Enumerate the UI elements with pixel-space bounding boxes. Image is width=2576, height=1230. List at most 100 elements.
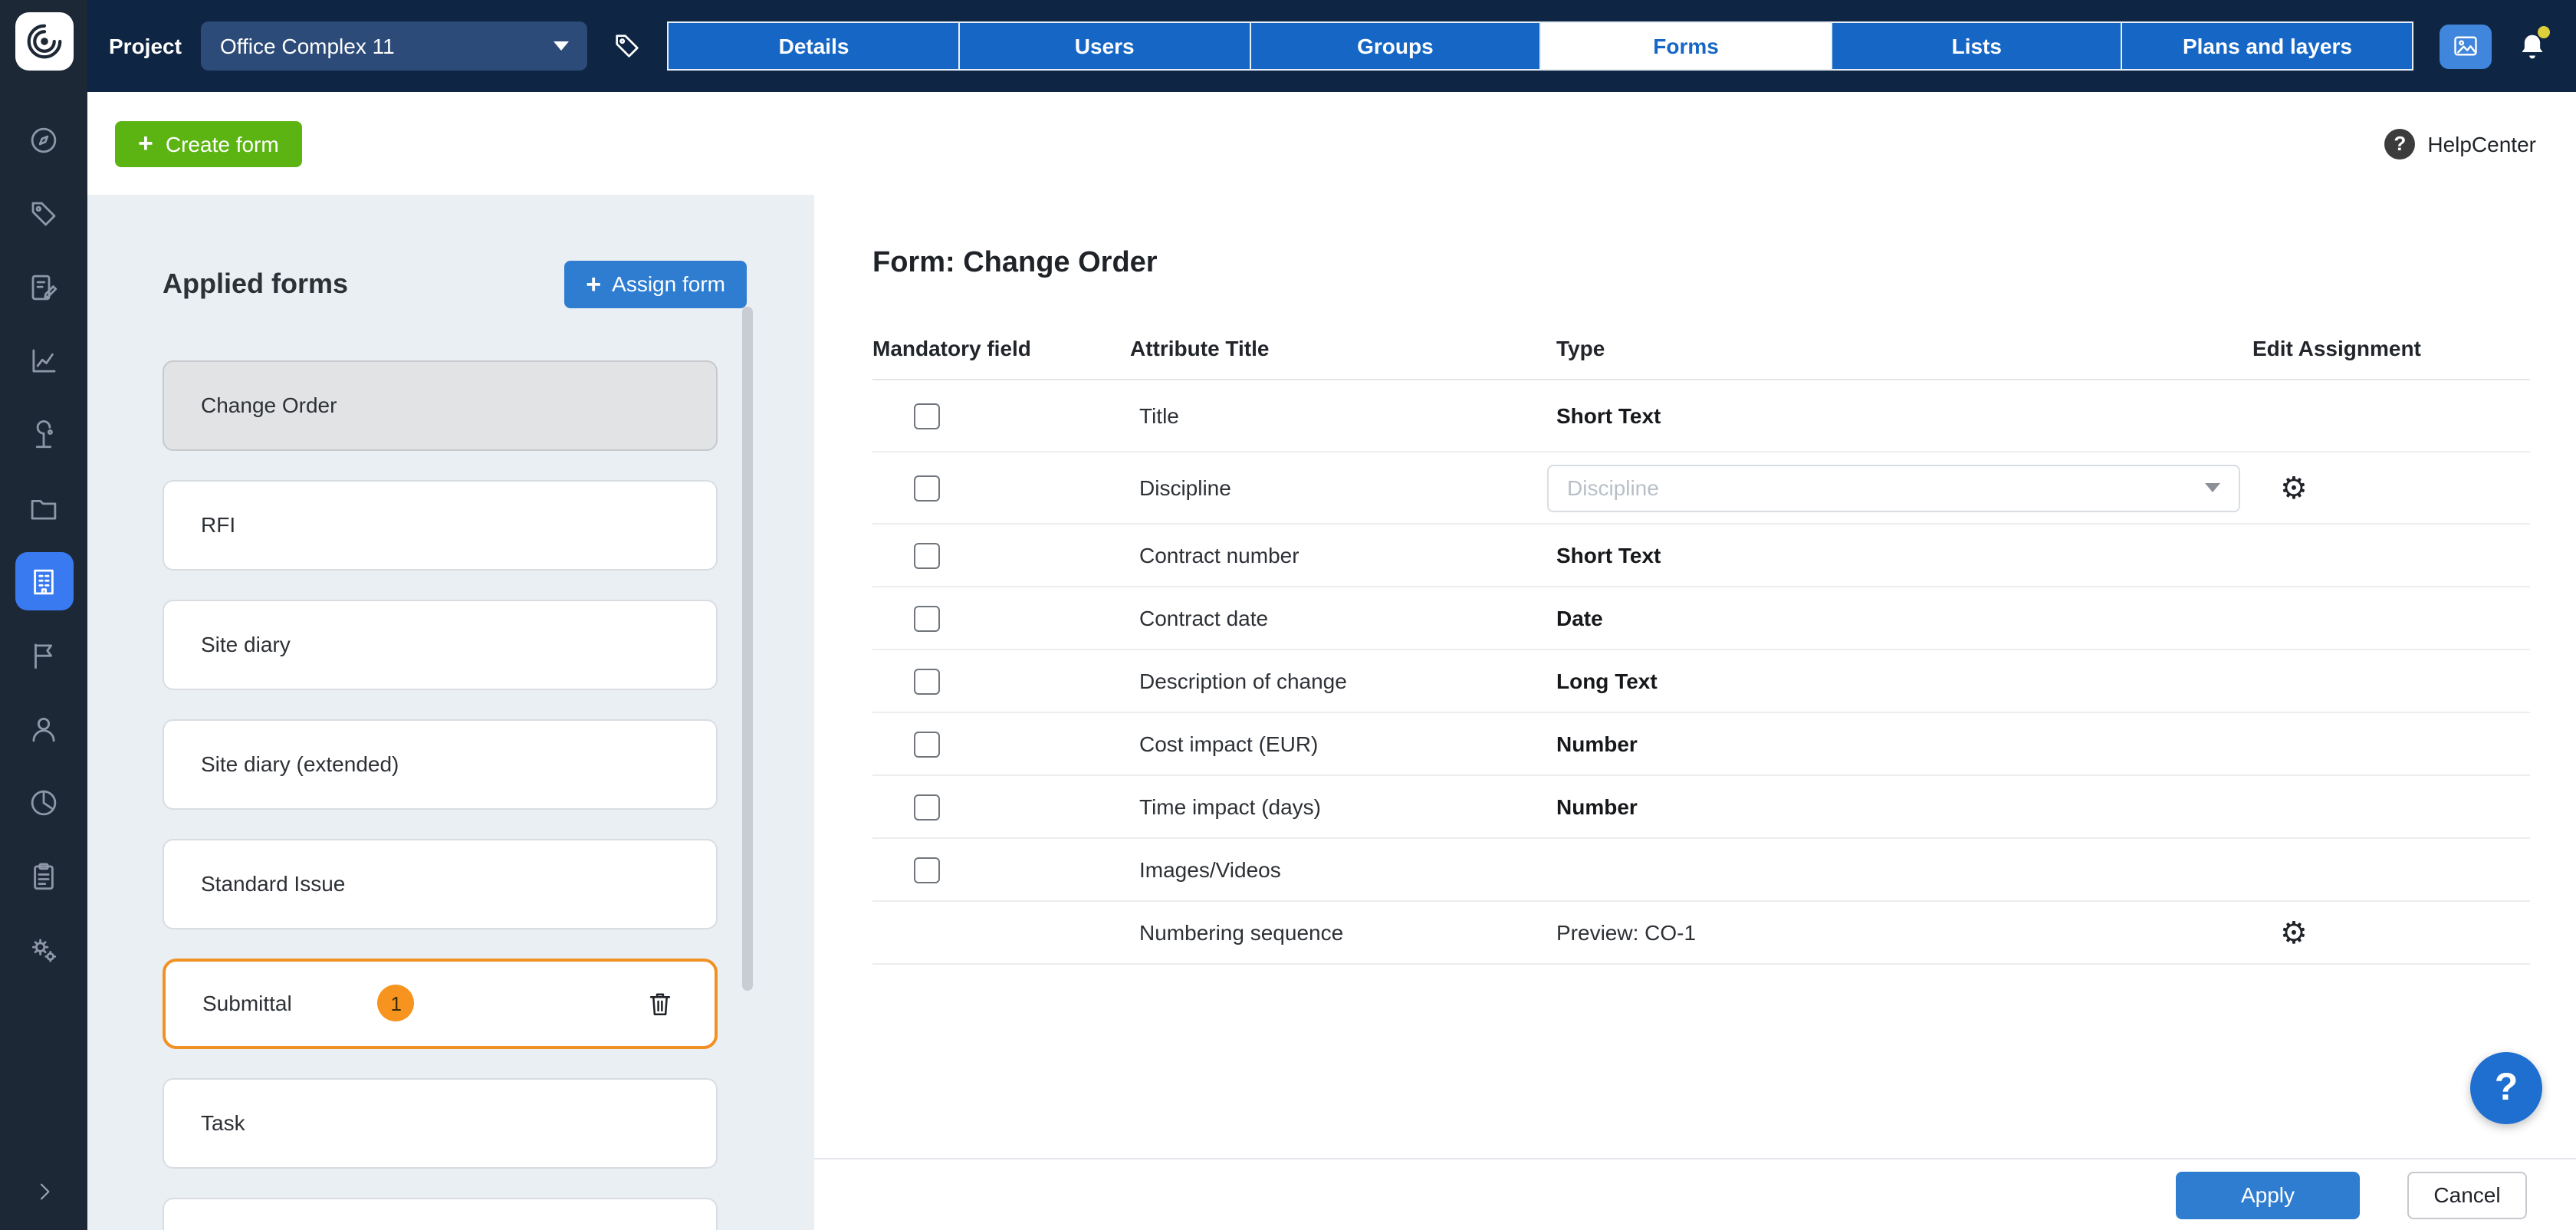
image-icon: [2450, 32, 2481, 60]
column-header-mandatory: Mandatory field: [872, 336, 1130, 360]
sidebar-item-reports[interactable]: [15, 773, 73, 831]
attribute-title: Description of change: [1130, 669, 1556, 693]
attribute-type: Long Text: [1556, 669, 1658, 693]
app-window: Project Office Complex 11 Details Users …: [0, 0, 2576, 1230]
form-card-z-documentation[interactable]: z - Documentation: [163, 1198, 718, 1230]
tab-details[interactable]: Details: [668, 21, 958, 71]
sidebar-collapse-button[interactable]: [15, 1169, 73, 1215]
gear-icon[interactable]: ⚙: [2280, 472, 2308, 503]
project-selector-value: Office Complex 11: [220, 34, 395, 58]
tab-forms[interactable]: Forms: [1540, 21, 1831, 71]
form-card-rfi[interactable]: RFI: [163, 480, 718, 571]
sidebar-nav: [15, 110, 73, 978]
table-row: Cost impact (EUR) Number: [872, 713, 2530, 776]
sidebar-item-forms[interactable]: [15, 258, 73, 316]
applied-forms-header: Applied forms + Assign form: [163, 245, 747, 324]
sidebar-item-projects-active[interactable]: [15, 552, 73, 610]
mandatory-checkbox[interactable]: [914, 857, 940, 883]
create-form-label: Create form: [166, 131, 279, 156]
media-gallery-button[interactable]: [2440, 24, 2492, 68]
gear-icon[interactable]: ⚙: [2280, 917, 2308, 948]
attribute-type: Date: [1556, 606, 1603, 630]
discipline-select[interactable]: Discipline: [1547, 464, 2240, 511]
form-card-site-diary[interactable]: Site diary: [163, 600, 718, 690]
tab-groups[interactable]: Groups: [1249, 21, 1539, 71]
attribute-title: Discipline: [1130, 475, 1556, 500]
column-header-type: Type: [1556, 336, 2252, 360]
sidebar-item-tasks[interactable]: [15, 847, 73, 905]
form-card-task[interactable]: Task: [163, 1078, 718, 1169]
building-icon: [28, 565, 60, 597]
logo-swirl-icon: [21, 18, 67, 64]
delete-form-button[interactable]: [646, 989, 675, 1018]
tag-icon: [613, 31, 643, 61]
mandatory-checkbox[interactable]: [914, 605, 940, 631]
mandatory-checkbox[interactable]: [914, 794, 940, 820]
attributes-table: Mandatory field Attribute Title Type Edi…: [872, 317, 2530, 965]
project-tags-button[interactable]: [608, 31, 648, 61]
create-form-button[interactable]: + Create form: [115, 120, 302, 166]
attribute-title: Images/Videos: [1130, 857, 1556, 882]
sidebar-item-documents[interactable]: [15, 479, 73, 537]
form-card-label: Submittal: [202, 992, 292, 1016]
compass-icon: [28, 123, 60, 156]
list-scrollbar[interactable]: [742, 307, 753, 991]
sidebar-item-statistics[interactable]: [15, 331, 73, 390]
pie-chart-icon: [28, 786, 60, 818]
floating-help-button[interactable]: ?: [2470, 1052, 2542, 1124]
tab-plans-and-layers[interactable]: Plans and layers: [2121, 21, 2413, 71]
mandatory-checkbox[interactable]: [914, 542, 940, 568]
apply-button[interactable]: Apply: [2176, 1171, 2360, 1218]
project-label: Project: [109, 34, 182, 58]
help-center-label: HelpCenter: [2427, 131, 2536, 156]
sidebar-item-settings[interactable]: [15, 920, 73, 978]
project-selector[interactable]: Office Complex 11: [202, 21, 588, 71]
sidebar-item-tags[interactable]: [15, 184, 73, 242]
notifications-button[interactable]: [2512, 26, 2551, 66]
tab-lists[interactable]: Lists: [1831, 21, 2121, 71]
form-card-standard-issue[interactable]: Standard Issue: [163, 839, 718, 929]
person-icon: [28, 712, 60, 745]
sidebar-item-tickets[interactable]: [15, 626, 73, 684]
sidebar-item-equipment[interactable]: [15, 405, 73, 463]
form-card-label: Change Order: [201, 393, 337, 418]
column-header-attribute-title: Attribute Title: [1130, 336, 1556, 360]
help-center-link[interactable]: ? HelpCenter: [2384, 128, 2536, 159]
table-row: Title Short Text: [872, 380, 2530, 452]
assign-form-button[interactable]: + Assign form: [564, 261, 747, 308]
attribute-type: Short Text: [1556, 543, 1661, 567]
table-row: Numbering sequence Preview: CO-1 ⚙: [872, 902, 2530, 965]
table-row: Contract date Date: [872, 587, 2530, 650]
form-edit-icon: [28, 271, 60, 303]
attribute-title: Contract date: [1130, 606, 1556, 630]
cancel-button[interactable]: Cancel: [2407, 1171, 2527, 1218]
form-card-site-diary-extended[interactable]: Site diary (extended): [163, 719, 718, 810]
form-card-submittal[interactable]: Submittal 1: [163, 959, 718, 1049]
flag-icon: [28, 639, 60, 671]
attribute-title: Contract number: [1130, 543, 1556, 567]
form-editor-actions: Apply Cancel: [814, 1158, 2576, 1230]
chevron-right-icon: [31, 1179, 56, 1204]
mandatory-checkbox[interactable]: [914, 403, 940, 429]
form-editor-panel: Form: Change Order Mandatory field Attri…: [814, 195, 2576, 1230]
attribute-title: Title: [1130, 403, 1556, 428]
question-icon: ?: [2384, 128, 2415, 159]
count-badge: 1: [378, 985, 415, 1022]
gears-icon: [28, 933, 60, 965]
main-area: Project Office Complex 11 Details Users …: [87, 0, 2576, 1230]
applied-forms-title: Applied forms: [163, 268, 348, 301]
mandatory-checkbox[interactable]: [914, 731, 940, 757]
trash-icon: [646, 989, 675, 1018]
form-card-label: Standard Issue: [201, 872, 345, 896]
mandatory-checkbox[interactable]: [914, 475, 940, 501]
app-logo[interactable]: [15, 12, 73, 71]
mandatory-checkbox[interactable]: [914, 668, 940, 694]
sidebar-item-compass[interactable]: [15, 110, 73, 169]
chevron-down-icon: [2205, 483, 2220, 492]
form-card-change-order[interactable]: Change Order: [163, 360, 718, 451]
tab-users[interactable]: Users: [958, 21, 1249, 71]
column-header-edit-assignment: Edit Assignment: [2252, 336, 2530, 360]
discipline-select-placeholder: Discipline: [1567, 475, 1659, 500]
sidebar-item-contacts[interactable]: [15, 699, 73, 758]
form-card-label: Task: [201, 1111, 245, 1136]
